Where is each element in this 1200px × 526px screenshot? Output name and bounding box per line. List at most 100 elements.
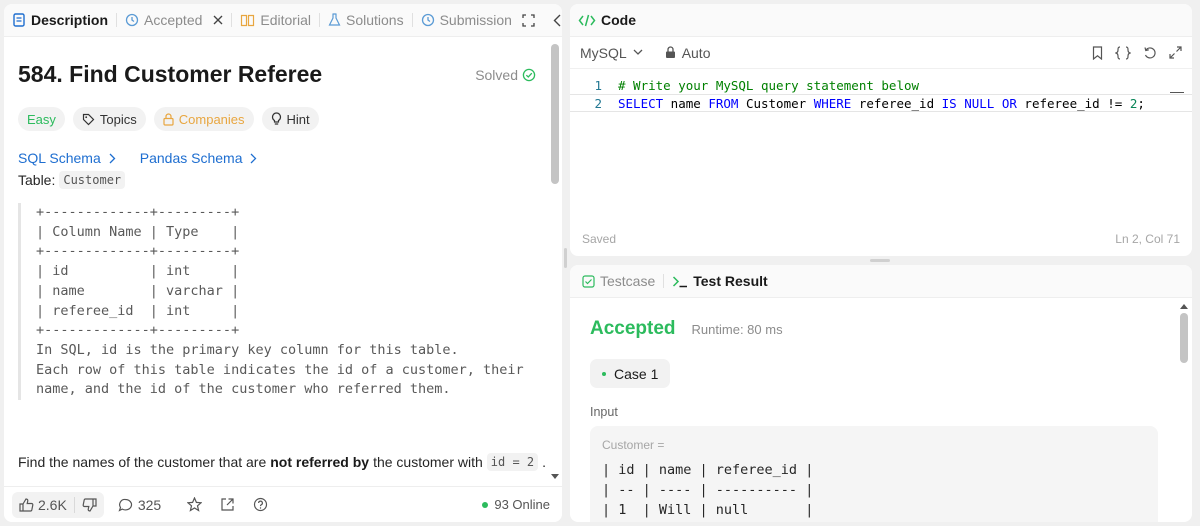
desc-bold: not referred by: [270, 454, 370, 470]
result-panel: Testcase Test Result Accepted Runtime: 8…: [570, 265, 1192, 522]
tab-testcase-label: Testcase: [600, 273, 656, 289]
checkbox-icon: [582, 274, 595, 288]
code-icon: [578, 14, 596, 27]
verdict: Accepted: [590, 318, 676, 339]
desc-text-mid: the customer with: [373, 454, 483, 470]
braces-icon[interactable]: [1115, 45, 1131, 60]
input-label: Input: [590, 405, 618, 419]
sql-operator: !=: [1107, 95, 1123, 111]
save-status: Saved: [582, 232, 617, 246]
comments-count: 325: [137, 496, 162, 513]
hint-label: Hint: [286, 111, 310, 127]
input-table: | id | name | referee_id | | -- | ---- |…: [602, 462, 814, 518]
left-tabbar: Description Accepted Editorial Solutions: [4, 4, 562, 37]
desc-text-start: Find the names of the customer that are: [18, 454, 267, 470]
comments-button[interactable]: 325: [118, 497, 161, 513]
tab-testcase[interactable]: Testcase: [570, 265, 663, 297]
document-icon: [12, 13, 26, 27]
chevron-right-icon: [109, 153, 116, 164]
topics-tag[interactable]: Topics: [72, 107, 146, 131]
solved-label: Solved: [475, 66, 518, 83]
tab-test-result[interactable]: Test Result: [664, 265, 775, 297]
horizontal-resize-handle[interactable]: [870, 259, 890, 262]
share-icon[interactable]: [220, 497, 235, 512]
code-toolbar: MySQL Auto: [570, 37, 1192, 69]
tag-icon: [82, 113, 95, 126]
description-panel: Description Accepted Editorial Solutions: [4, 4, 562, 522]
sql-text: Customer: [738, 95, 814, 111]
description-scrollbar[interactable]: [551, 44, 559, 184]
online-dot: [482, 501, 489, 508]
scroll-up-arrow-icon[interactable]: [1180, 303, 1188, 309]
code-comment: # Write your MySQL query statement below: [618, 77, 920, 93]
sql-text: ;: [1137, 95, 1145, 111]
maximize-icon[interactable]: [522, 13, 535, 27]
scroll-down-arrow-icon[interactable]: [551, 474, 559, 480]
collapse-left-icon[interactable]: [553, 14, 561, 27]
tab-editorial[interactable]: Editorial: [232, 4, 319, 36]
tab-description-label: Description: [31, 12, 109, 28]
tab-code-label: Code: [601, 12, 636, 28]
pandas-schema-link[interactable]: Pandas Schema: [140, 150, 258, 166]
sql-text: name: [663, 95, 709, 111]
sql-keyword: WHERE: [813, 95, 852, 111]
reset-icon[interactable]: [1143, 46, 1157, 60]
close-icon[interactable]: [213, 15, 223, 25]
bookmark-icon[interactable]: [1092, 45, 1103, 60]
check-circle-icon: [522, 68, 536, 82]
table-name: Customer: [59, 171, 126, 189]
expand-icon[interactable]: [1169, 46, 1182, 59]
result-scrollbar[interactable]: [1180, 313, 1188, 363]
like-button[interactable]: 2.6K: [12, 492, 74, 518]
code-editor[interactable]: 1 # Write your MySQL query statement bel…: [570, 76, 1192, 112]
solved-status: Solved: [475, 67, 536, 83]
online-indicator: 93 Online: [482, 497, 554, 512]
tab-accepted-label: Accepted: [144, 12, 203, 28]
sql-keyword: SELECT: [618, 95, 664, 111]
sql-keyword: FROM: [708, 95, 739, 111]
table-prefix: Table:: [18, 172, 56, 188]
thumbs-down-icon: [82, 497, 97, 512]
star-icon[interactable]: [187, 497, 203, 512]
auto-mode[interactable]: Auto: [665, 45, 711, 61]
vote-group: 2.6K: [12, 491, 104, 518]
sql-text: referee_id: [1016, 95, 1108, 111]
code-line: 2 SELECT name FROM Customer WHERE refere…: [570, 94, 1192, 112]
case-pass-dot: [602, 371, 606, 376]
dislike-button[interactable]: [75, 492, 104, 518]
overview-ruler-mark: [1170, 92, 1184, 93]
language-select[interactable]: MySQL: [580, 45, 643, 61]
input-box: Customer = | id | name | referee_id | | …: [590, 426, 1158, 522]
tab-solutions[interactable]: Solutions: [320, 4, 412, 36]
lightbulb-icon: [271, 112, 282, 126]
desc-text-end: .: [542, 454, 547, 470]
line-number: 1: [594, 77, 602, 93]
mode-label: Auto: [681, 44, 711, 61]
line-number: 2: [594, 95, 602, 111]
tab-submissions[interactable]: Submission: [413, 4, 516, 36]
sql-text: referee_id: [851, 95, 942, 111]
hint-tag[interactable]: Hint: [261, 107, 319, 131]
difficulty-label: Easy: [27, 111, 56, 127]
likes-count: 2.6K: [38, 496, 67, 513]
tab-accepted[interactable]: Accepted: [117, 4, 231, 36]
companies-tag[interactable]: Companies: [153, 107, 254, 131]
online-count: 93 Online: [494, 497, 550, 512]
topics-label: Topics: [99, 111, 137, 127]
thumbs-up-icon: [19, 497, 34, 512]
verdict-row: Accepted Runtime: 80 ms: [590, 318, 783, 340]
chevron-right-icon: [250, 153, 257, 164]
language-label: MySQL: [580, 44, 627, 61]
tab-description[interactable]: Description: [4, 4, 116, 36]
chevron-down-icon: [633, 49, 643, 56]
schema-links: SQL Schema Pandas Schema: [18, 150, 257, 166]
tab-code[interactable]: Code: [570, 4, 644, 36]
code-tabbar: Code: [570, 4, 1192, 37]
sql-schema-link[interactable]: SQL Schema: [18, 150, 116, 166]
pandas-schema-label: Pandas Schema: [139, 150, 243, 166]
companies-label: Companies: [178, 111, 245, 127]
help-icon[interactable]: [253, 497, 268, 512]
vertical-resize-handle[interactable]: [564, 248, 567, 268]
case-1-button[interactable]: Case 1: [590, 359, 671, 388]
